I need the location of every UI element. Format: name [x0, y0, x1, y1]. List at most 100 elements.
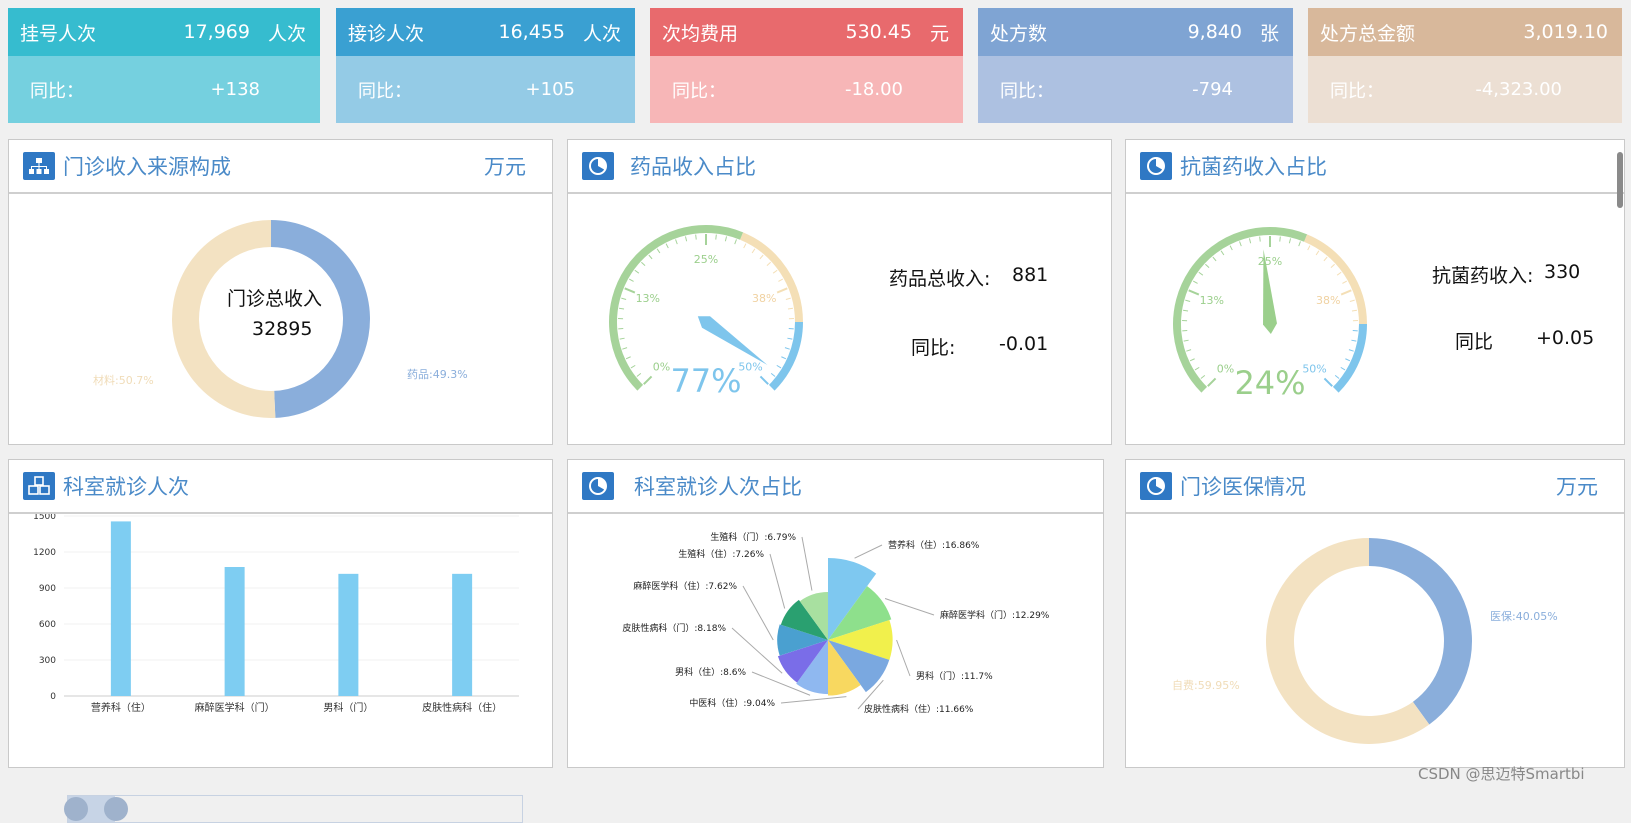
zoom-slider[interactable]	[67, 795, 523, 823]
kpi-unit: 人次	[268, 19, 306, 46]
gauge-tick	[1308, 246, 1310, 250]
panel-body: 门诊总收入 32895 药品:49.3% 材料:50.7%	[9, 194, 552, 444]
gauge-tick	[735, 239, 737, 244]
kpi-value: 3,019.10	[1523, 21, 1608, 43]
gauge-tick	[1189, 290, 1199, 294]
panel-income-source: 门诊收入来源构成 万元 门诊总收入 32895 药品:49.3% 材料:50.7…	[8, 139, 553, 445]
gauge-tick	[629, 279, 633, 281]
rose-slice-label: 男科（门）:11.7%	[916, 670, 993, 682]
gauge-tick	[1324, 257, 1327, 261]
gauge-tick	[1316, 251, 1319, 255]
gauge-tick	[1349, 350, 1354, 352]
gauge-tick	[752, 249, 755, 253]
rose-slice-label: 皮肤性病科（门）:8.18%	[622, 622, 726, 634]
insurance-donut-chart	[1126, 514, 1624, 767]
gauge-tick	[1193, 281, 1197, 283]
gauge-tick	[1351, 340, 1356, 341]
gauge-tick	[1280, 237, 1281, 242]
antibiotic-yoy-label: 同比	[1455, 327, 1493, 354]
kpi-value: 17,969	[184, 21, 250, 43]
dept-visits-bar-chart: 150012009006003000营养科（住）麻醉医学科（门）男科（门）皮肤性…	[9, 514, 552, 767]
gauge-tick	[635, 270, 639, 273]
bar	[338, 574, 358, 696]
gauge-needle	[698, 316, 768, 365]
gauge-band-blue	[772, 322, 799, 388]
gauge-tick	[785, 348, 790, 350]
gauge-band-blue	[1336, 324, 1363, 390]
panel-body: 0%13%25%38%50%77% 药品总收入: 881 同比: -0.01	[568, 194, 1111, 444]
gauge-tick	[1190, 359, 1195, 361]
pie-chart-icon	[582, 472, 614, 500]
rose-leader-line	[770, 554, 785, 609]
panel-header: 科室就诊人次	[9, 460, 552, 514]
gauge-tick-label: 38%	[1316, 294, 1340, 307]
bar-y-tick-label: 300	[39, 656, 56, 666]
panel-body: 医保:40.05% 自费:59.95%	[1126, 514, 1624, 767]
gauge-tick-label: 25%	[1258, 255, 1282, 268]
kpi-title: 处方总金额	[1320, 19, 1415, 46]
gauge-tick	[696, 235, 697, 240]
panel-title: 药品收入占比	[630, 151, 756, 181]
kpi-value: 16,455	[499, 21, 565, 43]
bar-y-tick-label: 600	[39, 620, 56, 630]
zoom-slider-right-handle[interactable]	[104, 797, 128, 821]
gauge-tick	[657, 249, 660, 253]
kpi-bottom: 同比： +138	[8, 56, 320, 123]
panel-header: 科室就诊人次占比	[568, 460, 1103, 514]
donut-label-selfpay: 自费:59.95%	[1172, 677, 1240, 693]
kpi-yoy-label: 同比：	[672, 77, 726, 103]
rose-leader-line	[743, 586, 773, 640]
gauge-tick	[619, 308, 624, 309]
kpi-top: 次均费用 530.45元	[650, 8, 963, 56]
antibiotic-gauge: 0%13%25%38%50%24%	[1126, 194, 1386, 444]
gauge-tick	[787, 338, 792, 339]
gauge-tick	[744, 244, 746, 248]
zoom-slider-left-handle[interactable]	[64, 797, 88, 821]
rose-slice-label: 皮肤性病科（住）:11.66%	[864, 703, 974, 715]
pie-chart-icon	[582, 152, 614, 180]
rose-leader-line	[781, 697, 846, 703]
donut-label-insurance: 医保:40.05%	[1490, 608, 1558, 624]
panel-body: 营养科（住）:16.86%麻醉医学科（门）:12.29%男科（门）:11.7%皮…	[568, 514, 1103, 767]
bar-y-tick-label: 900	[39, 584, 56, 594]
gauge-tick-label: 50%	[1302, 363, 1326, 376]
gauge-tick	[676, 239, 678, 244]
gauge-tick	[685, 236, 686, 241]
kpi-yoy-value: +138	[211, 79, 260, 100]
bar	[111, 521, 131, 696]
panel-dept-visits: 科室就诊人次 150012009006003000营养科（住）麻醉医学科（门）男…	[8, 459, 553, 768]
kpi-yoy-value: -794	[1192, 79, 1233, 100]
gauge-tick	[760, 255, 763, 259]
gauge-tick	[644, 376, 652, 384]
bar	[452, 574, 472, 696]
drug-total-label: 药品总收入:	[889, 264, 990, 291]
scrollbar-thumb[interactable]	[1617, 152, 1623, 208]
panel-title: 科室就诊人次占比	[634, 471, 802, 501]
gauge-tick	[1342, 281, 1346, 283]
kpi-top: 处方数 9,840张	[978, 8, 1293, 56]
kpi-bottom: 同比： +105	[336, 56, 635, 123]
gauge-tick-label: 25%	[694, 253, 718, 266]
pie-chart-icon	[1140, 152, 1172, 180]
bar-y-tick-label: 0	[50, 692, 56, 702]
kpi-top: 处方总金额 3,019.10	[1308, 8, 1622, 56]
gauge-tick	[1184, 340, 1189, 341]
rose-slice-label: 男科（住）:8.6%	[675, 666, 746, 678]
kpi-top: 接诊人次 16,455人次	[336, 8, 635, 56]
gauge-tick	[1260, 237, 1261, 242]
panel-header: 药品收入占比	[568, 140, 1111, 194]
gauge-tick	[1213, 257, 1216, 261]
kpi-title: 接诊人次	[348, 19, 424, 46]
drug-gauge: 0%13%25%38%50%77%	[568, 194, 828, 444]
gauge-tick	[767, 262, 771, 265]
panel-body: 0%13%25%38%50%24% 抗菌药收入: 330 同比 +0.05	[1126, 194, 1624, 444]
gauge-value: 24%	[1234, 364, 1305, 402]
gauge-tick	[1199, 272, 1203, 275]
bar-x-tick-label: 麻醉医学科（门）	[195, 701, 275, 714]
gauge-tick	[781, 357, 786, 359]
bar-x-tick-label: 皮肤性病科（住）	[422, 701, 502, 714]
antibiotic-total-value: 330	[1544, 261, 1580, 283]
panel-drug-ratio: 药品收入占比 0%13%25%38%50%77% 药品总收入: 881 同比: …	[567, 139, 1112, 445]
gauge-tick	[1341, 290, 1351, 294]
gauge-tick-label: 13%	[636, 292, 660, 305]
